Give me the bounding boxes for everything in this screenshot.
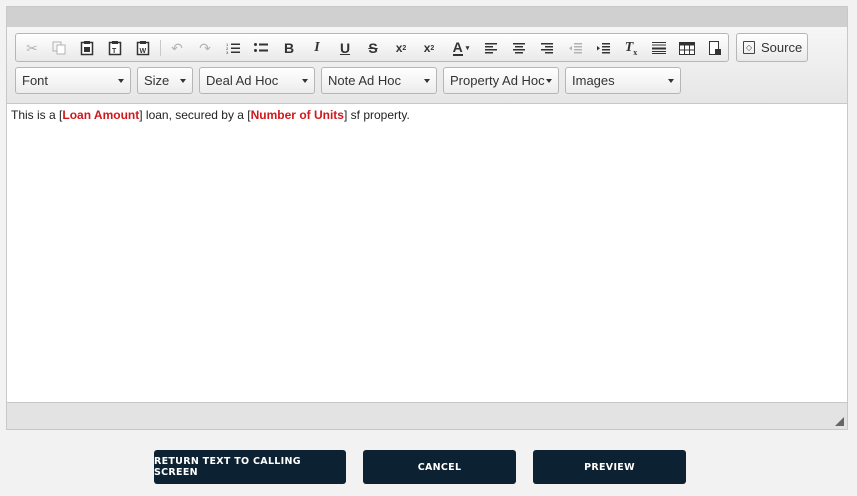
images-dropdown-label: Images xyxy=(572,73,615,88)
source-icon: ◇ xyxy=(743,41,755,54)
rich-text-editor: ✂ T W ↶ ↷ 123 B I U S x 2 x 2 A ▾ T x ◇ … xyxy=(6,6,848,430)
bulleted-list-icon[interactable] xyxy=(250,38,272,58)
cut-icon[interactable]: ✂ xyxy=(21,38,43,58)
return-text-button[interactable]: RETURN TEXT TO CALLING SCREEN xyxy=(154,450,346,484)
chevron-down-icon xyxy=(546,79,552,83)
chevron-down-icon xyxy=(424,79,430,83)
return-text-label: RETURN TEXT TO CALLING SCREEN xyxy=(154,456,301,478)
loan-amount-field: Loan Amount xyxy=(62,108,140,122)
editor-content-area[interactable]: This is a [Loan Amount] loan, secured by… xyxy=(7,104,847,402)
source-label: Source xyxy=(761,40,803,55)
align-left-icon[interactable] xyxy=(480,38,502,58)
images-dropdown[interactable]: Images xyxy=(565,67,681,94)
italic-icon[interactable]: I xyxy=(306,38,328,58)
toolbar-separator xyxy=(160,40,161,56)
subscript-icon[interactable]: x2 xyxy=(418,38,440,58)
note-ad-hoc-dropdown[interactable]: Note Ad Hoc xyxy=(321,67,437,94)
align-right-icon[interactable] xyxy=(536,38,558,58)
size-dropdown[interactable]: Size xyxy=(137,67,193,94)
redo-icon[interactable]: ↷ xyxy=(194,38,216,58)
undo-icon[interactable]: ↶ xyxy=(166,38,188,58)
toolbar-button-group: ✂ T W ↶ ↷ 123 B I U S x 2 x 2 A ▾ T x xyxy=(15,33,729,62)
svg-text:W: W xyxy=(140,48,147,55)
strikethrough-icon[interactable]: S xyxy=(362,38,384,58)
number-of-units-field: Number of Units xyxy=(250,108,344,122)
editor-top-bar xyxy=(7,7,847,27)
text-color-icon[interactable]: A ▾ xyxy=(446,38,476,58)
property-ad-hoc-label: Property Ad Hoc xyxy=(450,73,545,88)
paste-word-icon[interactable]: W xyxy=(132,38,154,58)
content-text: This is a [ xyxy=(11,108,63,122)
deal-ad-hoc-label: Deal Ad Hoc xyxy=(206,73,279,88)
font-dropdown-label: Font xyxy=(22,73,49,88)
table-icon[interactable] xyxy=(676,38,698,58)
paste-icon[interactable] xyxy=(76,38,98,58)
size-dropdown-label: Size xyxy=(144,73,170,88)
superscript-icon[interactable]: x2 xyxy=(390,38,412,58)
preview-label: PREVIEW xyxy=(584,461,635,473)
content-text: ] sf property. xyxy=(343,108,410,122)
font-dropdown[interactable]: Font xyxy=(15,67,131,94)
editor-status-bar xyxy=(7,402,847,429)
source-button[interactable]: ◇ Source xyxy=(736,33,808,62)
cancel-button[interactable]: CANCEL xyxy=(363,450,516,484)
chevron-down-icon xyxy=(668,79,674,83)
chevron-down-icon xyxy=(118,79,124,83)
chevron-down-icon xyxy=(180,79,186,83)
note-ad-hoc-label: Note Ad Hoc xyxy=(328,73,401,88)
copy-icon[interactable] xyxy=(48,38,70,58)
svg-text:T: T xyxy=(112,48,117,55)
cancel-label: CANCEL xyxy=(417,461,462,473)
underline-icon[interactable]: U xyxy=(334,38,356,58)
outdent-icon[interactable] xyxy=(564,38,586,58)
paste-text-icon[interactable]: T xyxy=(104,38,126,58)
numbered-list-icon[interactable]: 123 xyxy=(222,38,244,58)
resize-handle-icon[interactable] xyxy=(835,417,844,426)
indent-icon[interactable] xyxy=(592,38,614,58)
preview-button[interactable]: PREVIEW xyxy=(533,450,686,484)
bold-icon[interactable]: B xyxy=(278,38,300,58)
content-text: ] loan, secured by a [ xyxy=(139,108,251,122)
deal-ad-hoc-dropdown[interactable]: Deal Ad Hoc xyxy=(199,67,315,94)
align-center-icon[interactable] xyxy=(508,38,530,58)
svg-text:3: 3 xyxy=(226,50,229,54)
property-ad-hoc-dropdown[interactable]: Property Ad Hoc xyxy=(443,67,559,94)
page-break-icon[interactable] xyxy=(704,38,726,58)
chevron-down-icon xyxy=(302,79,308,83)
horizontal-line-icon[interactable] xyxy=(648,38,670,58)
editor-toolbar: ✂ T W ↶ ↷ 123 B I U S x 2 x 2 A ▾ T x ◇ … xyxy=(7,27,847,104)
remove-format-icon[interactable]: Tx xyxy=(620,38,642,58)
